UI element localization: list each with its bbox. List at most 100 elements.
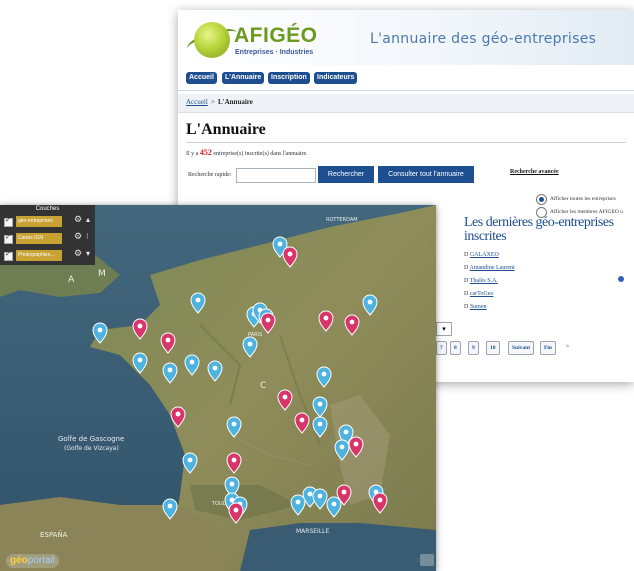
layer-row: Photographies... ⚙ ▾ [4, 249, 91, 262]
layer-row: Cartes IGN ⚙ ⁝ [4, 232, 91, 245]
quick-search-label: Recherche rapide: [188, 172, 232, 178]
map-pin-member-icon[interactable] [282, 246, 298, 268]
map-pin-icon[interactable] [316, 366, 332, 388]
breadcrumb-current: L'Annuaire [218, 98, 253, 106]
quick-search-input[interactable] [236, 168, 316, 183]
nav-inscription[interactable]: Inscription [268, 72, 310, 84]
nav-annuaire[interactable]: L'Annuaire [222, 72, 265, 84]
map-pin-member-icon[interactable] [277, 389, 293, 411]
map-pin-icon[interactable] [334, 439, 350, 461]
layer-checkbox[interactable] [4, 216, 13, 227]
page-button[interactable]: 7 [436, 341, 447, 355]
map-pin-center [282, 394, 288, 400]
nav-accueil[interactable]: Accueil [186, 72, 217, 84]
site-banner: AFIGÉO Entreprises · Industries L'annuai… [178, 10, 634, 65]
map-pin-icon[interactable] [312, 396, 328, 418]
layer-checkbox[interactable] [4, 250, 13, 261]
map-pin-center [247, 341, 253, 347]
breadcrumb: Accueil > L'Annuaire [178, 94, 634, 113]
map-pin-member-icon[interactable] [228, 502, 244, 524]
page-select-dropdown[interactable]: ▾ [436, 322, 452, 336]
map-pin-member-icon[interactable] [260, 312, 276, 334]
latest-item: D Thalès S.A. [464, 278, 498, 284]
map-pin-member-icon[interactable] [170, 406, 186, 428]
map-pin-icon[interactable] [92, 322, 108, 344]
gear-icon[interactable]: ⚙ [74, 215, 82, 225]
map-pin-icon[interactable] [312, 488, 328, 510]
map-pin-icon[interactable] [226, 416, 242, 438]
map-pin-center [165, 337, 171, 343]
map-pin-icon[interactable] [184, 354, 200, 376]
map-pin-center [195, 297, 201, 303]
map-pin-icon[interactable] [290, 494, 306, 516]
map-pin-center [167, 503, 173, 509]
nav-indicateurs[interactable]: Indicateurs [314, 72, 358, 84]
more-icon[interactable]: ⁝ [86, 232, 89, 241]
map-pin-member-icon[interactable] [294, 412, 310, 434]
layer-checkbox[interactable] [4, 233, 13, 244]
page-button[interactable]: 8 [450, 341, 461, 355]
map-pin-member-icon[interactable] [226, 452, 242, 474]
map-pin-center [295, 499, 301, 505]
breadcrumb-home-link[interactable]: Accueil [186, 98, 208, 106]
map-pin-icon[interactable] [326, 496, 342, 518]
entreprise-count-text: Il y a 452 entreprise(s) inscrite(s) dan… [186, 148, 308, 157]
map-pin-member-icon[interactable] [344, 314, 360, 336]
map-pin-member-icon[interactable] [348, 436, 364, 458]
next-page-button[interactable]: Suivant [508, 341, 535, 355]
latest-item: D carToGeo [464, 291, 494, 297]
more-icon[interactable]: ▾ [86, 249, 90, 258]
map-pin-icon[interactable] [312, 416, 328, 438]
count-prefix: Il y a [186, 151, 199, 157]
latest-item-link[interactable]: Thalès S.A. [470, 278, 498, 284]
main-nav: Accueil L'Annuaire Inscription Indicateu… [178, 65, 634, 91]
geoportail-map[interactable]: A M C Golfe de Gascogne (Golfe de Vizcay… [0, 205, 436, 571]
search-button[interactable]: Rechercher [318, 166, 374, 183]
latest-entreprises-title: Les dernières géo-entreprises inscrites [464, 215, 614, 244]
gear-icon[interactable]: ⚙ [74, 249, 82, 259]
map-pin-center [317, 493, 323, 499]
latest-item-link[interactable]: GALAXEO [470, 252, 499, 258]
map-pin-member-icon[interactable] [160, 332, 176, 354]
layer-name[interactable]: Cartes IGN [16, 233, 62, 244]
map-pin-member-icon[interactable] [372, 492, 388, 514]
globe-logo-icon[interactable] [194, 22, 230, 58]
map-pin-center [167, 367, 173, 373]
map-pin-center [353, 441, 359, 447]
entreprise-count: 452 [199, 148, 212, 157]
map-pin-center [341, 489, 347, 495]
latest-item-link[interactable]: Sumen [470, 304, 487, 310]
pagination-trailing: » [566, 343, 569, 349]
browse-all-button[interactable]: Consulter tout l'annuaire [378, 166, 474, 183]
map-pin-center [277, 241, 283, 247]
gear-icon[interactable]: ⚙ [74, 232, 82, 242]
latest-item-link[interactable]: Amandine Laurent [470, 265, 515, 271]
map-pin-icon[interactable] [207, 360, 223, 382]
map-pin-member-icon[interactable] [318, 310, 334, 332]
map-pin-icon[interactable] [162, 498, 178, 520]
map-pin-center [231, 457, 237, 463]
latest-item-link[interactable]: carToGeo [470, 291, 494, 297]
map-pin-center [331, 501, 337, 507]
page-button[interactable]: 9 [468, 341, 479, 355]
last-page-button[interactable]: Fin [540, 341, 556, 355]
map-pin-icon[interactable] [190, 292, 206, 314]
map-pin-icon[interactable] [182, 452, 198, 474]
more-icon[interactable]: ▴ [86, 215, 90, 224]
map-pin-member-icon[interactable] [132, 318, 148, 340]
layer-name[interactable]: Photographies... [16, 250, 62, 261]
site-logo-name[interactable]: AFIGÉO [234, 24, 318, 48]
show-all-radio[interactable] [536, 194, 547, 205]
map-pin-center [137, 357, 143, 363]
page-button[interactable]: 10 [486, 341, 500, 355]
map-pin-center [137, 323, 143, 329]
advanced-search-link[interactable]: Recherche avancée [510, 169, 559, 175]
map-pin-icon[interactable] [132, 352, 148, 374]
map-pin-icon[interactable] [362, 294, 378, 316]
map-pin-center [317, 401, 323, 407]
site-tagline: L'annuaire des géo-entreprises [370, 31, 597, 47]
map-pin-center [339, 444, 345, 450]
map-pin-icon[interactable] [242, 336, 258, 358]
layer-name[interactable]: géo-entreprises [16, 216, 62, 227]
map-pin-icon[interactable] [162, 362, 178, 384]
